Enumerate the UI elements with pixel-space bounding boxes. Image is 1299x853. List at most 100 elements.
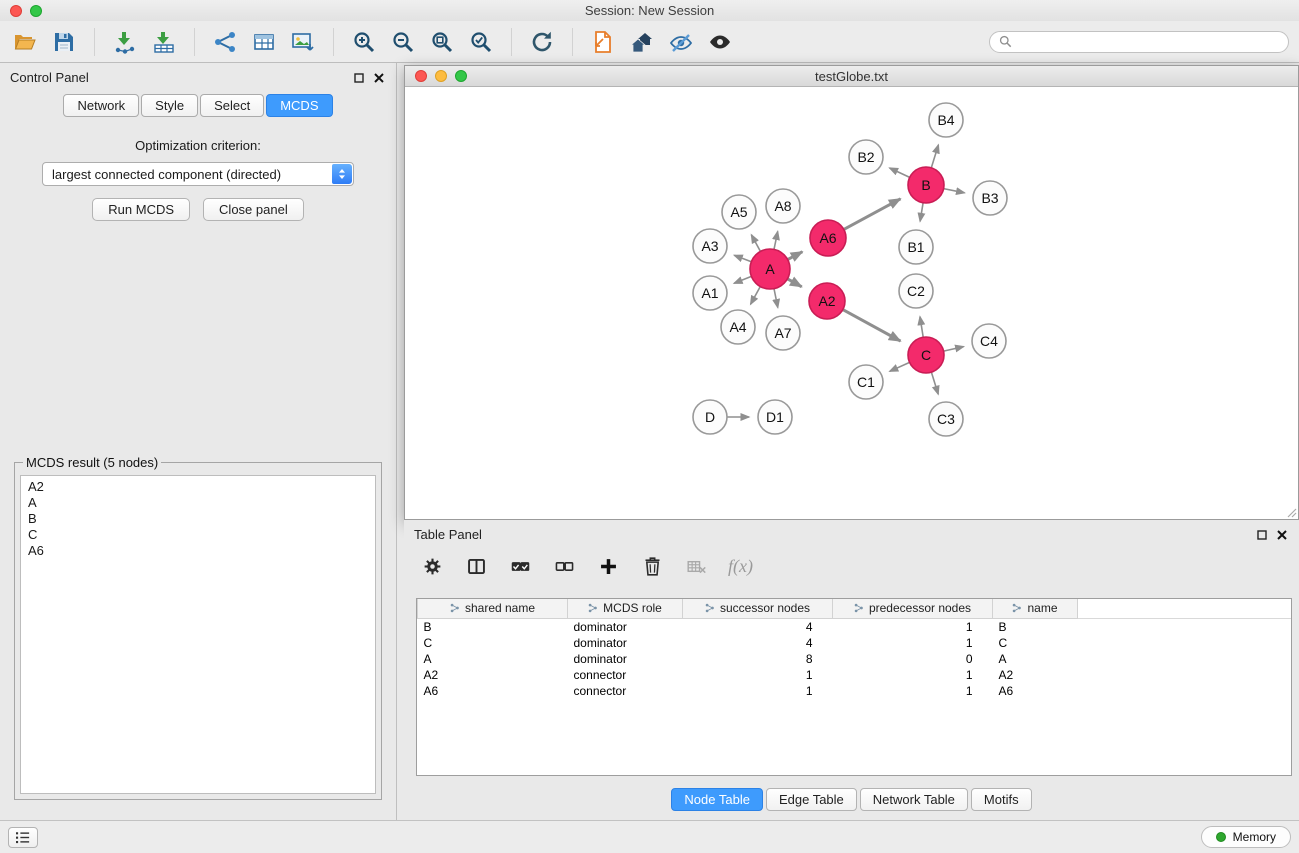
graph-node-B[interactable]: B xyxy=(908,167,944,203)
column-header-name[interactable]: name xyxy=(993,599,1078,618)
table-row[interactable]: A2connector11A2 xyxy=(418,667,1292,683)
table-row[interactable]: Cdominator41C xyxy=(418,635,1292,651)
table-cell[interactable]: dominator xyxy=(568,635,683,651)
graph-node-B3[interactable]: B3 xyxy=(973,181,1007,215)
table-cell[interactable]: A xyxy=(418,651,568,667)
column-header-predecessor-nodes[interactable]: predecessor nodes xyxy=(833,599,993,618)
unselect-all-icon[interactable] xyxy=(552,554,576,578)
resize-grip-icon[interactable] xyxy=(1285,506,1297,518)
graph-node-B2[interactable]: B2 xyxy=(849,140,883,174)
tab-network[interactable]: Network xyxy=(63,94,139,117)
table-cell[interactable]: 4 xyxy=(683,618,833,635)
mcds-result-item[interactable]: A2 xyxy=(28,479,368,495)
table-cell[interactable]: connector xyxy=(568,667,683,683)
delete-table-icon[interactable] xyxy=(684,554,708,578)
graph-node-D1[interactable]: D1 xyxy=(758,400,792,434)
zoom-in-icon[interactable] xyxy=(349,27,379,57)
graph-node-B4[interactable]: B4 xyxy=(929,103,963,137)
graph-edge-A-A6[interactable] xyxy=(788,252,803,260)
tab-node-table[interactable]: Node Table xyxy=(671,788,763,811)
tab-mcds[interactable]: MCDS xyxy=(266,94,332,117)
graph-edge-C-C3[interactable] xyxy=(931,372,938,394)
tab-style[interactable]: Style xyxy=(141,94,198,117)
graph-node-A2[interactable]: A2 xyxy=(809,283,845,319)
zoom-fit-icon[interactable] xyxy=(427,27,457,57)
table-cell[interactable]: connector xyxy=(568,683,683,699)
table-cell[interactable]: A xyxy=(993,651,1078,667)
table-cell[interactable]: 8 xyxy=(683,651,833,667)
annotation-icon[interactable] xyxy=(588,27,618,57)
column-header-shared-name[interactable]: shared name xyxy=(418,599,568,618)
save-session-icon[interactable] xyxy=(49,27,79,57)
import-network-icon[interactable] xyxy=(110,27,140,57)
table-cell[interactable]: A6 xyxy=(418,683,568,699)
graph-edge-C-C1[interactable] xyxy=(890,362,910,371)
search-input[interactable] xyxy=(1018,35,1279,49)
float-panel-icon[interactable] xyxy=(354,73,364,83)
add-row-icon[interactable] xyxy=(596,554,620,578)
zoom-out-icon[interactable] xyxy=(388,27,418,57)
zoom-selected-icon[interactable] xyxy=(466,27,496,57)
column-header-MCDS-role[interactable]: MCDS role xyxy=(568,599,683,618)
close-table-panel-icon[interactable] xyxy=(1277,530,1287,540)
graph-node-A6[interactable]: A6 xyxy=(810,220,846,256)
table-cell[interactable]: 1 xyxy=(683,667,833,683)
graph-node-A1[interactable]: A1 xyxy=(693,276,727,310)
graph-edge-C-C2[interactable] xyxy=(920,317,923,338)
criterion-dropdown[interactable]: largest connected component (directed) xyxy=(42,162,354,186)
memory-button[interactable]: Memory xyxy=(1201,826,1291,848)
network-canvas[interactable]: B4B2BB3A5A8A6A3B1AC2A1A2A4A7C4CC1DD1C3 xyxy=(405,88,1298,519)
tab-network-table[interactable]: Network Table xyxy=(860,788,968,811)
import-table-icon[interactable] xyxy=(149,27,179,57)
graph-edge-A2-C[interactable] xyxy=(843,310,901,342)
graph-edge-B-B2[interactable] xyxy=(890,168,910,177)
graph-node-B1[interactable]: B1 xyxy=(899,230,933,264)
show-columns-icon[interactable] xyxy=(464,554,488,578)
task-history-button[interactable] xyxy=(8,827,38,848)
table-cell[interactable]: B xyxy=(418,618,568,635)
graph-node-C3[interactable]: C3 xyxy=(929,402,963,436)
tab-edge-table[interactable]: Edge Table xyxy=(766,788,857,811)
new-table-icon[interactable] xyxy=(249,27,279,57)
graph-node-C2[interactable]: C2 xyxy=(899,274,933,308)
graph-node-D[interactable]: D xyxy=(693,400,727,434)
graph-edge-A-A4[interactable] xyxy=(751,287,761,305)
table-cell[interactable]: 0 xyxy=(833,651,993,667)
delete-row-icon[interactable] xyxy=(640,554,664,578)
function-builder-icon[interactable]: f(x) xyxy=(728,556,753,577)
graph-node-A7[interactable]: A7 xyxy=(766,316,800,350)
tab-motifs[interactable]: Motifs xyxy=(971,788,1032,811)
graph-node-C1[interactable]: C1 xyxy=(849,365,883,399)
graph-edge-A-A2[interactable] xyxy=(787,279,801,287)
graph-edge-A-A3[interactable] xyxy=(734,255,751,261)
table-cell[interactable]: 1 xyxy=(833,635,993,651)
table-row[interactable]: Adominator80A xyxy=(418,651,1292,667)
graph-node-A8[interactable]: A8 xyxy=(766,189,800,223)
graph-edge-B-B1[interactable] xyxy=(920,203,923,222)
table-cell[interactable]: A6 xyxy=(993,683,1078,699)
graph-edge-A-A1[interactable] xyxy=(734,276,751,283)
open-session-icon[interactable] xyxy=(10,27,40,57)
graph-edge-A-A8[interactable] xyxy=(774,232,778,250)
tab-select[interactable]: Select xyxy=(200,94,264,117)
graph-node-A5[interactable]: A5 xyxy=(722,195,756,229)
table-settings-icon[interactable] xyxy=(420,554,444,578)
table-cell[interactable]: B xyxy=(993,618,1078,635)
graph-edge-A6-B[interactable] xyxy=(844,199,901,230)
graphics-details-icon[interactable] xyxy=(666,27,696,57)
run-mcds-button[interactable]: Run MCDS xyxy=(92,198,190,221)
close-panel-icon[interactable] xyxy=(374,73,384,83)
table-cell[interactable]: A2 xyxy=(418,667,568,683)
new-network-icon[interactable] xyxy=(210,27,240,57)
column-header-successor-nodes[interactable]: successor nodes xyxy=(683,599,833,618)
table-cell[interactable]: dominator xyxy=(568,651,683,667)
table-cell[interactable]: 1 xyxy=(833,618,993,635)
graph-node-A4[interactable]: A4 xyxy=(721,310,755,344)
graph-edge-A-A5[interactable] xyxy=(751,235,760,252)
graph-edge-B-B3[interactable] xyxy=(944,189,965,193)
table-cell[interactable]: dominator xyxy=(568,618,683,635)
show-hide-icon[interactable] xyxy=(705,27,735,57)
select-all-icon[interactable] xyxy=(508,554,532,578)
graph-edge-B-B4[interactable] xyxy=(931,145,938,168)
graph-node-C4[interactable]: C4 xyxy=(972,324,1006,358)
